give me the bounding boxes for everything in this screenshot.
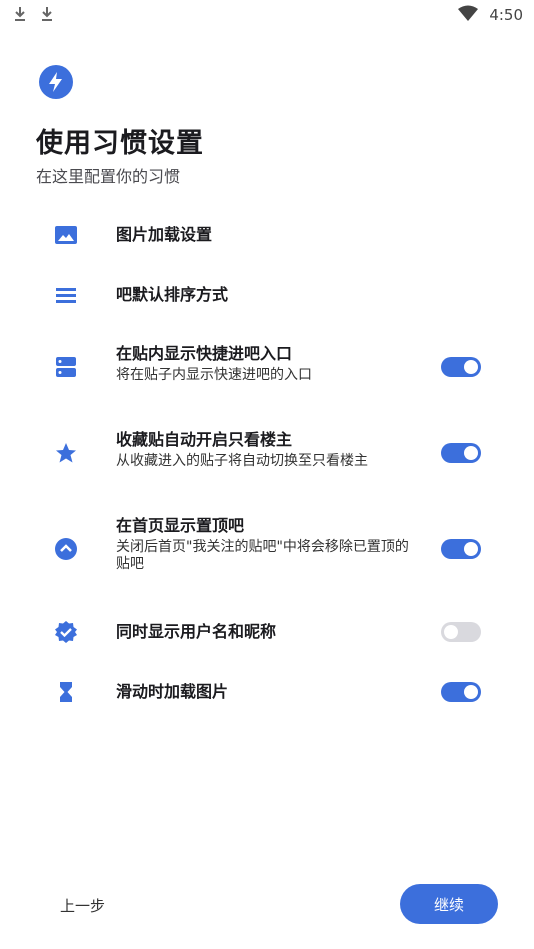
setting-favorites-op-only[interactable]: 收藏贴自动开启只看楼主 从收藏进入的贴子将自动切换至只看楼主: [0, 429, 534, 479]
star-icon: [56, 443, 76, 463]
sort-lines-icon: [56, 288, 76, 303]
download-icon: [42, 7, 52, 21]
favorites-op-only-toggle[interactable]: [441, 443, 481, 463]
lightning-icon: [39, 65, 73, 99]
setting-pinned-forums[interactable]: 在首页显示置顶吧 关闭后首页"我关注的贴吧"中将会移除已置顶的贴吧: [0, 515, 534, 585]
setting-label: 同时显示用户名和昵称: [116, 622, 277, 641]
setting-label: 图片加载设置: [116, 225, 213, 244]
setting-label: 滑动时加载图片: [116, 682, 229, 701]
download-icon: [15, 7, 25, 21]
setting-description: 关闭后首页"我关注的贴吧"中将会移除已置顶的贴吧: [116, 539, 409, 572]
username-nickname-toggle[interactable]: [441, 622, 481, 642]
setting-image-loading[interactable]: 图片加载设置: [0, 222, 534, 248]
back-button[interactable]: 上一步: [60, 895, 105, 916]
pinned-forums-toggle[interactable]: [441, 539, 481, 559]
setting-default-sort[interactable]: 吧默认排序方式: [0, 282, 534, 308]
status-bar: 4:50: [0, 0, 534, 30]
status-time: 4:50: [489, 6, 523, 24]
setting-show-username-nickname[interactable]: 同时显示用户名和昵称: [0, 619, 534, 645]
setting-label: 吧默认排序方式: [116, 285, 229, 304]
continue-button[interactable]: 继续: [400, 884, 498, 924]
setting-quick-entry[interactable]: 在贴内显示快捷进吧入口 将在贴子内显示快速进吧的入口: [0, 343, 534, 393]
page-title: 使用习惯设置: [36, 128, 204, 159]
setting-description: 将在贴子内显示快速进吧的入口: [116, 367, 312, 383]
hourglass-icon: [60, 682, 72, 702]
image-icon: [55, 226, 77, 244]
load-images-scrolling-toggle[interactable]: [441, 682, 481, 702]
storage-icon: [56, 357, 76, 377]
verified-badge-icon: [55, 621, 77, 643]
chevron-up-circle-icon: [55, 538, 77, 560]
quick-entry-toggle[interactable]: [441, 357, 481, 377]
setting-description: 从收藏进入的贴子将自动切换至只看楼主: [116, 453, 368, 469]
page-subtitle: 在这里配置你的习惯: [36, 167, 181, 186]
setting-load-images-scrolling[interactable]: 滑动时加载图片: [0, 679, 534, 705]
setting-label: 收藏贴自动开启只看楼主: [116, 430, 293, 449]
setting-label: 在首页显示置顶吧: [116, 516, 245, 535]
setting-label: 在贴内显示快捷进吧入口: [116, 344, 293, 363]
wifi-icon: [458, 5, 478, 21]
